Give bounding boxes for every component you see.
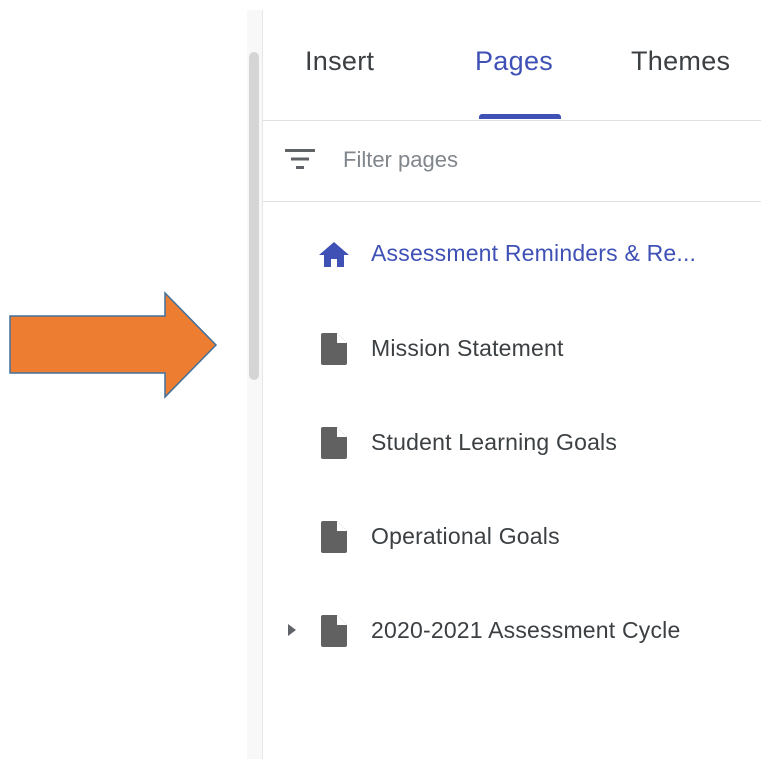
page-icon: [321, 427, 347, 459]
callout-arrow-icon: [9, 291, 218, 399]
page-item-label: Mission Statement: [371, 335, 564, 361]
page-item-student-learning-goals[interactable]: Student Learning Goals: [263, 413, 761, 473]
page-item-2020-2021-assessment-cycle[interactable]: 2020-2021 Assessment Cycle: [263, 601, 761, 661]
page-item-operational-goals[interactable]: Operational Goals: [263, 507, 761, 567]
home-icon: [319, 242, 349, 267]
tab-insert[interactable]: Insert: [305, 46, 374, 77]
page-item-label: Student Learning Goals: [371, 429, 618, 455]
page-icon: [321, 615, 347, 647]
filter-row: [263, 121, 761, 202]
panel-tabs: Insert Pages Themes: [263, 10, 761, 121]
page-item-mission-statement[interactable]: Mission Statement: [263, 319, 761, 379]
tab-pages[interactable]: Pages: [475, 46, 553, 77]
tab-themes[interactable]: Themes: [631, 46, 730, 77]
page-item-label: 2020-2021 Assessment Cycle: [371, 617, 681, 643]
scrollbar-thumb[interactable]: [249, 52, 259, 380]
filter-pages-input[interactable]: [343, 146, 723, 174]
screenshot-stage: Insert Pages Themes Assessment Reminders…: [0, 0, 761, 759]
page-icon: [321, 521, 347, 553]
page-item-label: Assessment Reminders & Re...: [371, 240, 697, 266]
page-item-label: Operational Goals: [371, 523, 560, 549]
expand-triangle-icon[interactable]: [287, 623, 297, 637]
active-tab-indicator: [479, 114, 561, 119]
page-icon: [321, 333, 347, 365]
filter-icon[interactable]: [285, 147, 315, 171]
page-item-home[interactable]: Assessment Reminders & Re...: [263, 224, 761, 284]
